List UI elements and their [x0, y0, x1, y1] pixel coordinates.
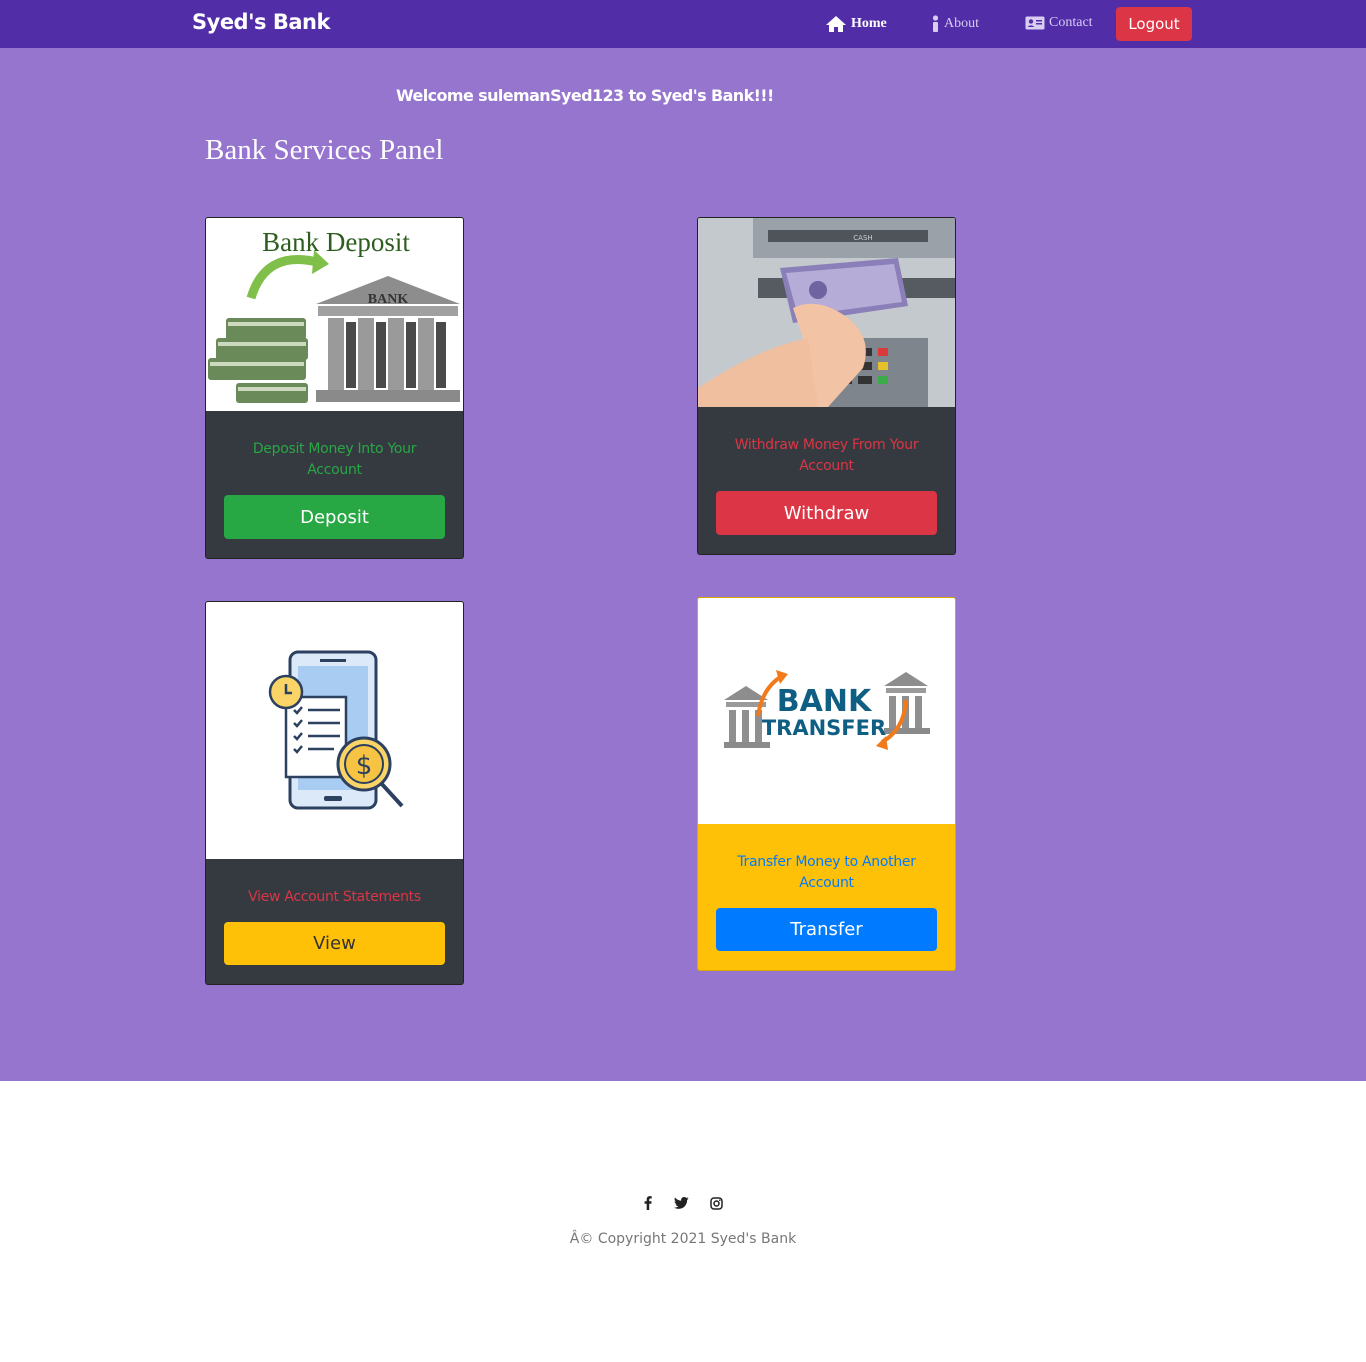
- statements-image: $: [206, 602, 463, 859]
- nav-about[interactable]: About: [931, 15, 979, 33]
- deposit-button[interactable]: Deposit: [224, 495, 445, 539]
- withdraw-card: CASH Withdraw Money From Your Account Wi…: [697, 217, 956, 555]
- statements-card: $ View Account Statements View: [205, 601, 464, 985]
- transfer-card: BANK TRANSFER Transfer Money to Another …: [697, 597, 956, 971]
- withdraw-card-body: Withdraw Money From Your Account Withdra…: [698, 435, 955, 535]
- deposit-image: Bank Deposit BANK: [206, 218, 463, 411]
- svg-text:$: $: [356, 751, 373, 781]
- transfer-image: BANK TRANSFER: [698, 598, 955, 824]
- transfer-card-body: Transfer Money to Another Account Transf…: [698, 852, 955, 951]
- withdraw-description: Withdraw Money From Your Account: [734, 437, 919, 474]
- instagram-icon: [709, 1196, 723, 1210]
- deposit-image-title: Bank Deposit: [262, 227, 410, 257]
- transfer-image-line1: BANK: [777, 684, 873, 719]
- view-statements-button[interactable]: View: [224, 922, 445, 965]
- statements-description: View Account Statements: [248, 889, 421, 905]
- brand-logo[interactable]: Syed's Bank: [192, 10, 330, 34]
- withdraw-image: CASH: [698, 218, 955, 407]
- nav-contact[interactable]: Contact: [1025, 15, 1093, 31]
- page-title: Bank Services Panel: [205, 134, 444, 166]
- deposit-card: Bank Deposit BANK Deposit Money Into You…: [205, 217, 464, 559]
- nav-contact-label: Contact: [1049, 15, 1093, 30]
- transfer-button[interactable]: Transfer: [716, 908, 937, 951]
- twitter-link[interactable]: [672, 1194, 690, 1212]
- twitter-icon: [673, 1197, 689, 1209]
- deposit-description: Deposit Money Into Your Account: [252, 441, 417, 478]
- nav-home[interactable]: Home: [825, 15, 887, 33]
- logout-button[interactable]: Logout: [1116, 7, 1192, 41]
- instagram-link[interactable]: [707, 1194, 725, 1212]
- footer: Â© Copyright 2021 Syed's Bank: [0, 1081, 1366, 1362]
- navbar: Syed's Bank Home About Contact Logout: [0, 0, 1366, 48]
- statements-card-body: View Account Statements View: [206, 887, 463, 965]
- transfer-description: Transfer Money to Another Account: [737, 854, 916, 891]
- facebook-icon: [644, 1196, 652, 1210]
- contact-card-icon: [1025, 16, 1045, 30]
- home-icon: [826, 16, 846, 32]
- welcome-message: Welcome sulemanSyed123 to Syed's Bank!!!: [396, 86, 774, 105]
- copyright-text: Â© Copyright 2021 Syed's Bank: [569, 1231, 797, 1247]
- deposit-card-body: Deposit Money Into Your Account Deposit: [206, 439, 463, 539]
- deposit-image-bank: BANK: [368, 292, 409, 307]
- nav-about-label: About: [944, 16, 979, 31]
- withdraw-image-cash: CASH: [853, 234, 872, 242]
- info-icon: [932, 15, 939, 32]
- withdraw-button[interactable]: Withdraw: [716, 491, 937, 535]
- nav-home-label: Home: [851, 16, 887, 31]
- transfer-image-line2: TRANSFER: [762, 716, 886, 740]
- main-content: Welcome sulemanSyed123 to Syed's Bank!!!…: [0, 48, 1366, 1081]
- facebook-link[interactable]: [639, 1194, 657, 1212]
